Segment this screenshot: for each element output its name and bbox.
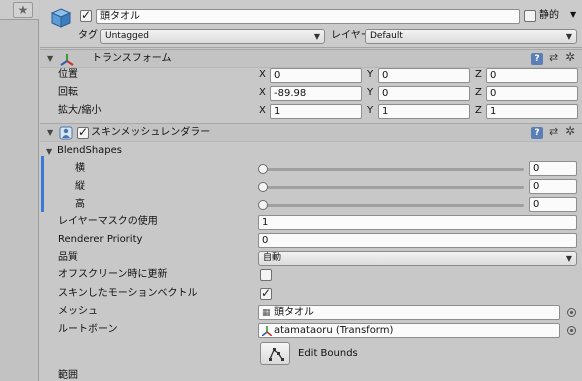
root-bone-object-field[interactable]: atamataoru (Transform) [258, 323, 560, 338]
tag-label: タグ [78, 30, 98, 41]
active-checkbox[interactable] [80, 8, 92, 22]
skinned-mesh-icon [59, 126, 73, 140]
axis-x-label: X [259, 87, 266, 98]
axis-y-label: Y [367, 69, 374, 80]
inspector-header: 頭タオル 静的 ▼ タグ Untagged ▼ レイヤー Default ▼ [40, 0, 582, 48]
blendshape-value-field[interactable]: 0 [529, 197, 577, 212]
skinned-motion-vectors-label: スキンしたモーションベクトル [58, 288, 198, 299]
root-bone-label: ルートボーン [58, 324, 118, 335]
foldout-arrow-icon[interactable]: ▼ [47, 128, 53, 137]
axis-z-label: Z [475, 87, 482, 98]
gear-icon[interactable]: ✲ [565, 50, 575, 64]
position-z-field[interactable]: 0 [486, 68, 578, 83]
help-icon[interactable]: ? [531, 53, 543, 65]
renderer-enabled-checkbox[interactable] [77, 125, 89, 139]
rotation-x-field[interactable]: -89.98 [270, 86, 362, 101]
layer-value: Default [370, 31, 403, 41]
rotation-y-field[interactable]: 0 [378, 86, 470, 101]
scale-z-field[interactable]: 1 [486, 104, 578, 119]
mesh-value: 頭タオル [274, 307, 314, 318]
rotation-z-field[interactable]: 0 [486, 86, 578, 101]
layer-dropdown[interactable]: Default ▼ [365, 29, 577, 44]
object-name-field[interactable]: 頭タオル [96, 9, 520, 24]
mesh-label: メッシュ [58, 306, 98, 317]
help-icon[interactable]: ? [531, 127, 543, 139]
left-panel-toolbar: ★ [0, 0, 39, 20]
mesh-object-field[interactable]: ▦ 頭タオル [258, 305, 560, 320]
axis-z-label: Z [475, 105, 482, 116]
selection-indicator [41, 156, 44, 212]
scale-y-field[interactable]: 1 [378, 104, 470, 119]
blendshape-label: 縦 [75, 181, 85, 192]
position-label: 位置 [58, 69, 78, 80]
blendshapes-foldout-arrow-icon[interactable]: ▼ [46, 147, 52, 156]
tag-value: Untagged [105, 31, 150, 41]
preset-icon[interactable]: ⇄ [549, 125, 558, 138]
axis-y-label: Y [367, 105, 374, 116]
static-checkbox[interactable] [524, 10, 536, 22]
blendshape-slider-track[interactable] [262, 168, 524, 171]
renderer-priority-field[interactable]: 0 [258, 233, 577, 248]
position-x-field[interactable]: 0 [270, 68, 362, 83]
edit-bounds-label: Edit Bounds [298, 348, 358, 359]
transform-title: トランスフォーム [92, 53, 172, 64]
blendshapes-label[interactable]: BlendShapes [57, 144, 122, 158]
transform-axes-icon [262, 326, 272, 336]
bounds-label: 範囲 [58, 370, 78, 381]
root-bone-value: atamataoru (Transform) [274, 325, 394, 336]
static-dropdown-arrow-icon[interactable]: ▼ [570, 8, 576, 22]
scale-label: 拡大/縮小 [58, 105, 102, 116]
edit-bounds-icon [269, 348, 284, 361]
blendshape-label: 高 [75, 199, 85, 210]
left-panel-edge: ★ [0, 0, 39, 381]
position-y-field[interactable]: 0 [378, 68, 470, 83]
blendshape-slider-thumb[interactable] [258, 182, 268, 192]
axis-z-label: Z [475, 69, 482, 80]
mesh-picker-target-icon[interactable] [567, 308, 576, 317]
blendshape-value-field[interactable]: 0 [529, 161, 577, 176]
axis-x-label: X [259, 69, 266, 80]
skinned-mesh-title: スキンメッシュレンダラー [91, 127, 211, 138]
chevron-down-icon: ▼ [565, 254, 572, 263]
skinned-mesh-component-header[interactable]: ▼ スキンメッシュレンダラー ? ⇄ ✲ [40, 123, 582, 142]
transform-component-header[interactable]: ▼ トランスフォーム ? ⇄ ✲ [40, 49, 582, 68]
gear-icon[interactable]: ✲ [565, 124, 575, 138]
blendshape-label: 横 [75, 163, 85, 174]
skinned-motion-vectors-checkbox[interactable] [260, 286, 272, 300]
blendshape-slider-thumb[interactable] [258, 164, 268, 174]
quality-value: 自動 [263, 253, 282, 263]
offscreen-update-label: オフスクリーン時に更新 [58, 269, 168, 280]
blendshape-slider-track[interactable] [262, 186, 524, 189]
quality-label: 品質 [58, 252, 78, 263]
chevron-down-icon: ▼ [565, 32, 572, 41]
blendshape-slider-track[interactable] [262, 204, 524, 207]
tag-dropdown[interactable]: Untagged ▼ [100, 29, 325, 44]
layer-mask-field[interactable]: 1 [258, 215, 577, 230]
offscreen-update-checkbox[interactable] [260, 269, 272, 281]
star-icon[interactable]: ★ [13, 2, 33, 18]
edit-bounds-button[interactable] [260, 342, 290, 365]
axis-x-label: X [259, 105, 266, 116]
blendshape-value-field[interactable]: 0 [529, 179, 577, 194]
axis-y-label: Y [367, 87, 374, 98]
transform-axes-icon [60, 54, 74, 66]
static-label: 静的 [539, 10, 559, 21]
quality-dropdown[interactable]: 自動 ▼ [258, 251, 577, 266]
preset-icon[interactable]: ⇄ [549, 51, 558, 64]
mesh-grid-icon: ▦ [262, 308, 271, 318]
blendshape-slider-thumb[interactable] [258, 200, 268, 210]
renderer-priority-label: Renderer Priority [58, 234, 143, 245]
layer-mask-label: レイヤーマスクの使用 [58, 216, 158, 227]
root-bone-picker-target-icon[interactable] [567, 326, 576, 335]
chevron-down-icon: ▼ [313, 32, 320, 41]
rotation-label: 回転 [58, 87, 78, 98]
scale-x-field[interactable]: 1 [270, 104, 362, 119]
gameobject-cube-icon [50, 8, 72, 28]
foldout-arrow-icon[interactable]: ▼ [47, 54, 53, 63]
